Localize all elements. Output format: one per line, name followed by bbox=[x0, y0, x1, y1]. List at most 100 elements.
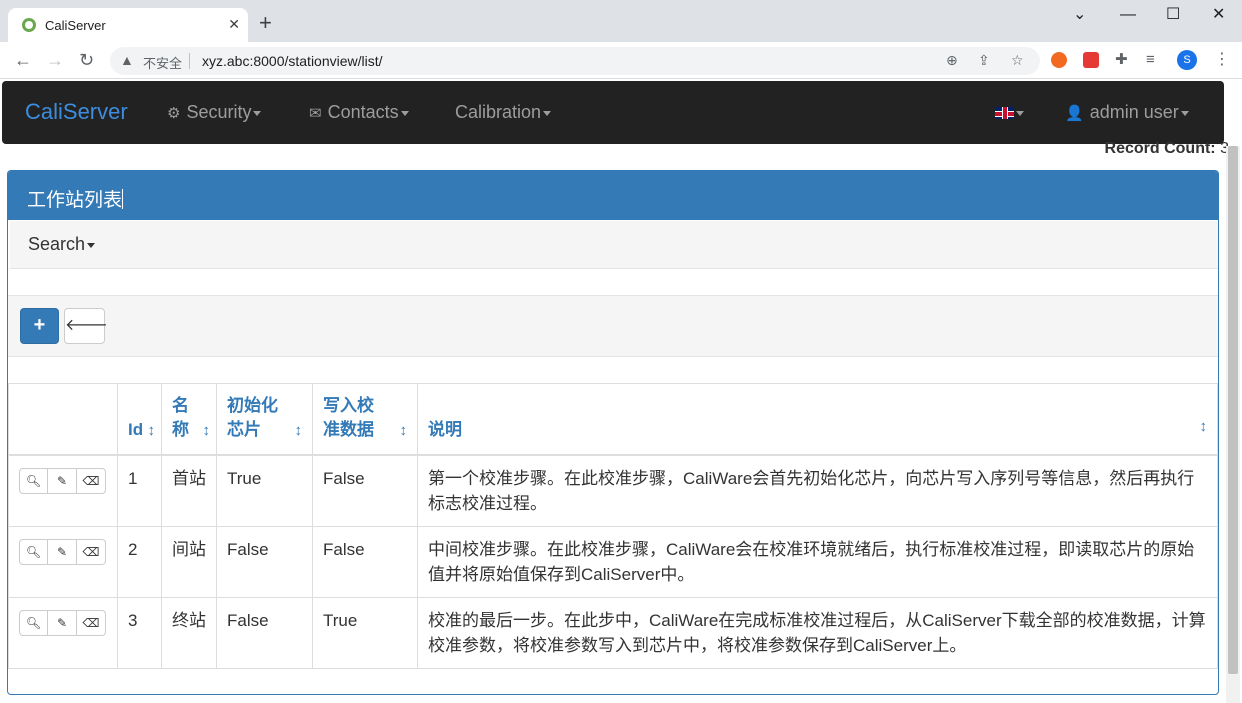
col-header-label: 写入校准数据 bbox=[323, 395, 374, 439]
search-dropdown[interactable]: Search bbox=[28, 234, 96, 255]
caret-down-icon bbox=[400, 110, 409, 116]
sort-icon[interactable]: ↕ bbox=[1200, 419, 1208, 434]
extensions-puzzle-icon[interactable]: ✚ bbox=[1115, 51, 1128, 69]
nav-security-label: Security bbox=[186, 102, 252, 122]
envelope-icon: ✉ bbox=[309, 105, 322, 122]
view-icon[interactable]: 🔍︎ bbox=[19, 609, 48, 636]
browser-tab[interactable]: CaliServer ✕ bbox=[8, 8, 248, 42]
page-scrollbar[interactable] bbox=[1226, 146, 1240, 703]
cell-name: 首站 bbox=[161, 454, 217, 527]
cell-desc: 中间校准步骤。在此校准步骤，CaliWare会在校准环境就绪后，执行标准校准过程… bbox=[417, 525, 1218, 598]
url-text[interactable]: xyz.abc:8000/stationview/list/ bbox=[202, 53, 383, 69]
sort-icon[interactable]: ↕ bbox=[203, 423, 211, 438]
record-count: Record Count: 3 bbox=[1105, 140, 1229, 158]
cell-id: 3 bbox=[117, 596, 162, 669]
delete-eraser-icon[interactable]: ⌫ bbox=[77, 467, 106, 494]
text-cursor bbox=[122, 189, 124, 209]
cell-write-cal: False bbox=[312, 525, 418, 598]
share-icon[interactable]: ⇪ bbox=[978, 52, 990, 69]
brand-logo[interactable]: CaliServer bbox=[25, 99, 128, 125]
site-favicon-icon bbox=[22, 18, 36, 32]
row-actions: 🔍︎ ✎ ⌫ bbox=[8, 454, 118, 527]
page-title-text: 工作站列表 bbox=[27, 190, 123, 211]
tab-close-icon[interactable]: ✕ bbox=[228, 15, 240, 33]
extension-orange-icon[interactable] bbox=[1051, 52, 1067, 68]
delete-eraser-icon[interactable]: ⌫ bbox=[77, 538, 106, 565]
col-header-id[interactable]: Id ↕ bbox=[117, 383, 162, 456]
caret-down-icon bbox=[1180, 110, 1189, 116]
forward-icon[interactable]: → bbox=[46, 50, 64, 70]
col-header-label: 说明 bbox=[428, 419, 462, 439]
col-header-label: 名称 bbox=[172, 395, 189, 439]
table-row: 🔍︎ ✎ ⌫ 3 终站 False True 校准的最后一步。在此步中，CaliWa… bbox=[8, 596, 1218, 669]
caret-down-icon bbox=[543, 110, 552, 116]
new-tab-icon[interactable]: + bbox=[259, 12, 272, 34]
reload-icon[interactable]: ↻ bbox=[79, 50, 94, 70]
search-label: Search bbox=[28, 234, 86, 254]
warning-icon[interactable]: ▲ bbox=[120, 52, 134, 68]
sort-icon[interactable]: ↕ bbox=[148, 423, 156, 438]
add-button[interactable]: + bbox=[20, 308, 59, 344]
nav-user[interactable]: 👤 admin user bbox=[1065, 102, 1189, 123]
tab-search-icon[interactable]: ⌄ bbox=[1073, 6, 1086, 24]
uk-flag-icon bbox=[995, 107, 1014, 119]
media-queue-icon[interactable]: ≡ bbox=[1146, 51, 1155, 69]
table-header-row: Id ↕ 名称 ↕ 初始化芯片 ↕ 写入校准数据 ↕ 说明 ↕ bbox=[8, 383, 1218, 456]
station-table: Id ↕ 名称 ↕ 初始化芯片 ↕ 写入校准数据 ↕ 说明 ↕ 🔍︎ ✎ ⌫ 1 首站 Tru… bbox=[8, 383, 1218, 669]
delete-eraser-icon[interactable]: ⌫ bbox=[77, 609, 106, 636]
cell-init-chip: False bbox=[216, 525, 313, 598]
nav-contacts[interactable]: ✉ Contacts bbox=[309, 102, 409, 123]
station-list-panel: 工作站列表 Search + 🡐 Id ↕ 名称 ↕ 初始化芯片 ↕ 写入校准数据 ↕ … bbox=[7, 170, 1219, 695]
address-bar[interactable]: ▲ 不安全 xyz.abc:8000/stationview/list/ ⊕ ⇪… bbox=[110, 47, 1040, 75]
col-header-write-cal[interactable]: 写入校准数据 ↕ bbox=[312, 383, 418, 456]
plus-icon: + bbox=[33, 314, 46, 336]
zoom-icon[interactable]: ⊕ bbox=[946, 52, 958, 69]
page-title: 工作站列表 bbox=[27, 185, 124, 212]
browser-tabstrip: CaliServer ✕ + ⌄ — ☐ ✕ bbox=[0, 0, 1242, 42]
edit-icon[interactable]: ✎ bbox=[48, 538, 77, 565]
nav-language[interactable] bbox=[995, 102, 1024, 123]
back-button[interactable]: 🡐 bbox=[64, 308, 108, 344]
profile-avatar[interactable]: S bbox=[1177, 50, 1197, 70]
cell-desc: 第一个校准步骤。在此校准步骤，CaliWare会首先初始化芯片，向芯片写入序列号… bbox=[417, 454, 1218, 527]
col-header-init-chip[interactable]: 初始化芯片 ↕ bbox=[216, 383, 313, 456]
panel-heading: 工作站列表 bbox=[8, 171, 1218, 220]
cell-init-chip: False bbox=[216, 596, 313, 669]
browser-menu-icon[interactable]: ⋮ bbox=[1214, 49, 1230, 69]
tab-title: CaliServer bbox=[45, 18, 106, 33]
sort-icon[interactable]: ↕ bbox=[400, 423, 408, 438]
caret-down-icon bbox=[253, 110, 262, 116]
back-icon[interactable]: ← bbox=[14, 50, 32, 70]
cell-write-cal: False bbox=[312, 454, 418, 527]
nav-calibration[interactable]: Calibration bbox=[455, 102, 552, 123]
nav-security[interactable]: ⚙ Security bbox=[167, 102, 262, 123]
caret-down-icon bbox=[1016, 110, 1024, 116]
window-close-icon[interactable]: ✕ bbox=[1212, 6, 1225, 24]
scrollbar-thumb[interactable] bbox=[1228, 146, 1238, 674]
view-icon[interactable]: 🔍︎ bbox=[19, 538, 48, 565]
arrow-left-icon: 🡐 bbox=[65, 317, 108, 334]
col-header-label: Id bbox=[128, 419, 144, 439]
row-actions: 🔍︎ ✎ ⌫ bbox=[8, 525, 118, 598]
cell-write-cal: True bbox=[312, 596, 418, 669]
bookmark-star-icon[interactable]: ☆ bbox=[1011, 52, 1024, 69]
search-toggle[interactable]: Search bbox=[10, 221, 1218, 269]
col-header-desc[interactable]: 说明 ↕ bbox=[417, 383, 1218, 456]
maximize-icon[interactable]: ☐ bbox=[1166, 6, 1180, 24]
nav-user-label: admin user bbox=[1089, 102, 1179, 122]
cell-name: 间站 bbox=[161, 525, 217, 598]
edit-icon[interactable]: ✎ bbox=[48, 467, 77, 494]
insecure-label[interactable]: 不安全 bbox=[143, 53, 182, 72]
edit-icon[interactable]: ✎ bbox=[48, 609, 77, 636]
view-icon[interactable]: 🔍︎ bbox=[19, 467, 48, 494]
extension-red-icon[interactable] bbox=[1083, 52, 1099, 68]
app-navbar: CaliServer ⚙ Security ✉ Contacts Calibrati… bbox=[2, 81, 1224, 144]
col-header-label: 初始化芯片 bbox=[227, 395, 278, 439]
cell-desc: 校准的最后一步。在此步中，CaliWare在完成标准校准过程后，从CaliSer… bbox=[417, 596, 1218, 669]
table-row: 🔍︎ ✎ ⌫ 2 间站 False False 中间校准步骤。在此校准步骤，Cali… bbox=[8, 525, 1218, 598]
cell-id: 2 bbox=[117, 525, 162, 598]
col-header-name[interactable]: 名称 ↕ bbox=[161, 383, 217, 456]
sort-icon[interactable]: ↕ bbox=[295, 423, 303, 438]
nav-calibration-label: Calibration bbox=[455, 102, 542, 122]
minimize-icon[interactable]: — bbox=[1120, 6, 1136, 24]
